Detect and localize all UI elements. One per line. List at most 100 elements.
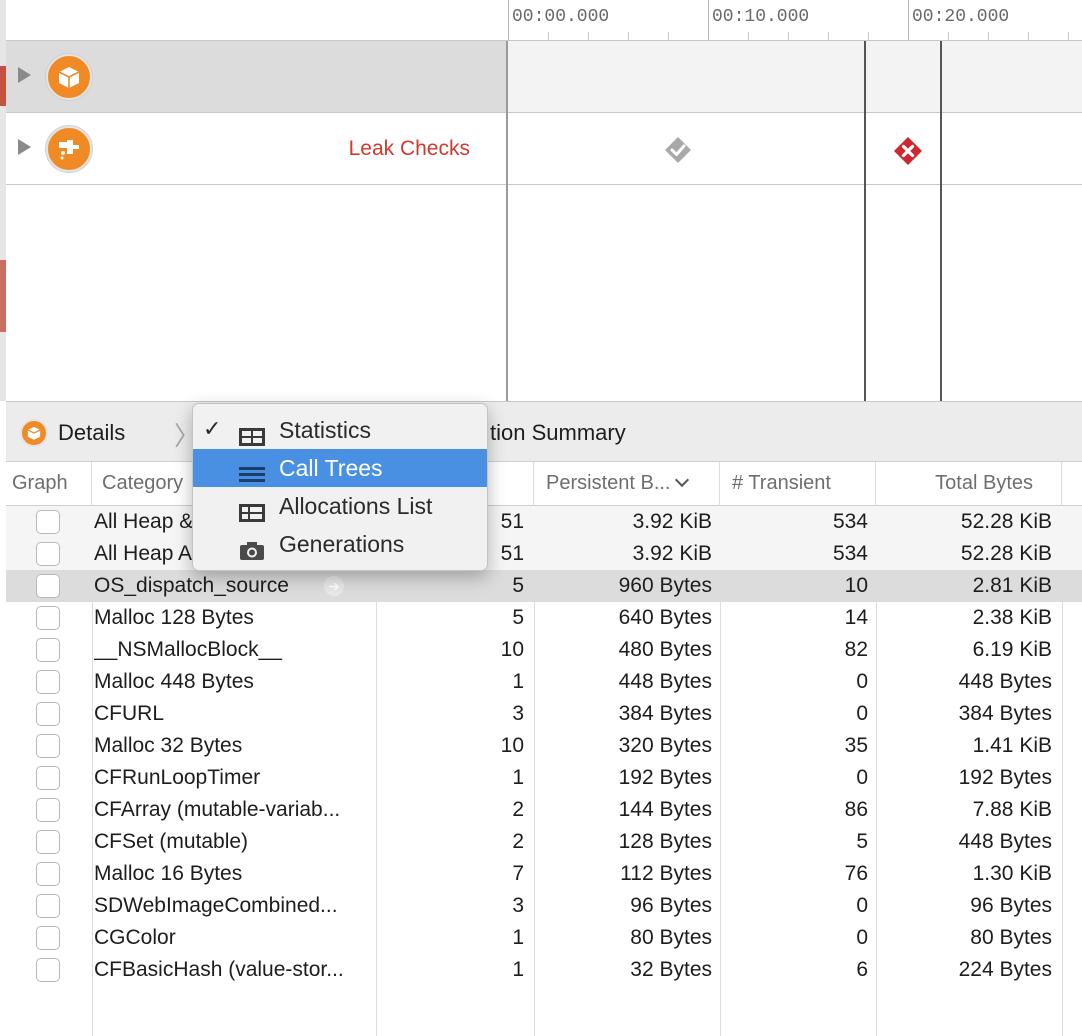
track-header[interactable]: Leak Checks	[6, 113, 506, 184]
cell-category: CFBasicHash (value-stor...	[94, 958, 344, 981]
cell-total-bytes: 224 Bytes	[958, 958, 1052, 981]
leak-check-ok-icon[interactable]	[664, 136, 692, 164]
track-lane[interactable]	[508, 41, 1082, 112]
leak-found-icon[interactable]	[893, 136, 923, 166]
cell-total-bytes: 448 Bytes	[958, 830, 1052, 853]
cell-total-bytes: 448 Bytes	[958, 670, 1052, 693]
cell-persistent-bytes: 960 Bytes	[618, 574, 712, 597]
cell-category: Malloc 128 Bytes	[94, 606, 254, 629]
track-header[interactable]	[6, 41, 506, 112]
cell-persistent: 2	[512, 830, 524, 853]
cell-persistent-bytes: 80 Bytes	[630, 926, 712, 949]
menu-item-statistics[interactable]: ✓ Statistics	[193, 411, 487, 449]
disclosure-triangle-icon[interactable]	[18, 139, 31, 155]
column-header-label: Persistent B...	[546, 472, 671, 494]
column-header-transient[interactable]: # Transient	[720, 462, 876, 506]
cell-persistent-bytes: 3.92 KiB	[632, 510, 712, 533]
statistics-table[interactable]: Graph Category nt Persistent B... # Tran…	[6, 462, 1082, 1036]
graph-checkbox[interactable]	[36, 958, 60, 982]
table-row[interactable]: OS_dispatch_source 5 960 Bytes 10 2.81 KiB ➔	[6, 570, 1082, 602]
graph-checkbox[interactable]	[36, 894, 60, 918]
timeline-area: 00:00.000 00:10.000 00:20.000 Leak Check…	[0, 0, 1082, 401]
graph-checkbox[interactable]	[36, 766, 60, 790]
column-header-graph[interactable]: Graph	[6, 462, 92, 506]
focus-arrow-icon[interactable]: ➔	[324, 576, 344, 596]
table-row[interactable]: All Heap & 51 3.92 KiB 534 52.28 KiB	[6, 506, 1082, 538]
graph-checkbox[interactable]	[36, 638, 60, 662]
table-row[interactable]: Malloc 448 Bytes 1 448 Bytes 0 448 Bytes	[6, 666, 1082, 698]
cell-category: SDWebImageCombined...	[94, 894, 338, 917]
cell-persistent-bytes: 144 Bytes	[618, 798, 712, 821]
cell-persistent-bytes: 32 Bytes	[630, 958, 712, 981]
graph-checkbox[interactable]	[36, 734, 60, 758]
menu-item-label: Allocations List	[279, 493, 433, 519]
cell-category: __NSMallocBlock__	[94, 638, 282, 661]
cell-category: CFSet (mutable)	[94, 830, 249, 853]
details-jump-bar: Details 〉 tion Summary	[6, 401, 1082, 462]
table-row[interactable]: CFURL 3 384 Bytes 0 384 Bytes	[6, 698, 1082, 730]
cell-total-bytes: 80 Bytes	[970, 926, 1052, 949]
menu-item-allocations-list[interactable]: Allocations List	[193, 487, 487, 525]
graph-checkbox[interactable]	[36, 798, 60, 822]
cell-total-bytes: 2.38 KiB	[972, 606, 1052, 629]
track-divider[interactable]	[506, 41, 508, 401]
table-row[interactable]: CGColor 1 80 Bytes 0 80 Bytes	[6, 922, 1082, 954]
allocations-list-icon	[238, 496, 266, 522]
cell-total-bytes: 96 Bytes	[970, 894, 1052, 917]
table-row[interactable]: Malloc 16 Bytes 7 112 Bytes 76 1.30 KiB	[6, 858, 1082, 890]
inspection-range-start[interactable]	[864, 41, 866, 401]
camera-icon	[238, 534, 266, 560]
cell-transient: 14	[844, 606, 868, 629]
cell-total-bytes: 1.30 KiB	[972, 862, 1052, 885]
graph-checkbox[interactable]	[36, 510, 60, 534]
track-allocations[interactable]	[6, 41, 1082, 113]
graph-checkbox[interactable]	[36, 542, 60, 566]
cell-persistent: 1	[512, 670, 524, 693]
table-row[interactable]: CFBasicHash (value-stor... 1 32 Bytes 6 224 …	[6, 954, 1082, 986]
graph-checkbox[interactable]	[36, 862, 60, 886]
table-row[interactable]: All Heap A 51 3.92 KiB 534 52.28 KiB	[6, 538, 1082, 570]
graph-checkbox[interactable]	[36, 702, 60, 726]
graph-checkbox[interactable]	[36, 830, 60, 854]
cell-persistent-bytes: 128 Bytes	[618, 830, 712, 853]
table-row[interactable]: Malloc 32 Bytes 10 320 Bytes 35 1.41 KiB	[6, 730, 1082, 762]
table-row[interactable]: SDWebImageCombined... 3 96 Bytes 0 96 Bytes	[6, 890, 1082, 922]
table-row[interactable]: CFSet (mutable) 2 128 Bytes 5 448 Bytes	[6, 826, 1082, 858]
table-row[interactable]: Malloc 128 Bytes 5 640 Bytes 14 2.38 KiB	[6, 602, 1082, 634]
menu-item-call-trees[interactable]: Call Trees	[193, 449, 487, 487]
column-header-total-bytes[interactable]: Total Bytes	[876, 462, 1062, 506]
graph-checkbox[interactable]	[36, 670, 60, 694]
graph-checkbox[interactable]	[36, 926, 60, 950]
graph-checkbox[interactable]	[36, 606, 60, 630]
track-title-leak-checks: Leak Checks	[348, 137, 470, 160]
allocations-icon	[46, 54, 92, 100]
detail-view-breadcrumb[interactable]: tion Summary	[490, 420, 626, 446]
cell-persistent: 1	[512, 958, 524, 981]
cell-persistent: 3	[512, 702, 524, 725]
cell-persistent: 7	[512, 862, 524, 885]
menu-item-generations[interactable]: Generations	[193, 525, 487, 563]
allocations-icon	[20, 419, 48, 447]
table-row[interactable]: __NSMallocBlock__ 10 480 Bytes 82 6.19 KiB	[6, 634, 1082, 666]
menu-item-label: Statistics	[279, 417, 372, 443]
table-row[interactable]: CFRunLoopTimer 1 192 Bytes 0 192 Bytes	[6, 762, 1082, 794]
inspection-range-end[interactable]	[940, 41, 942, 401]
cell-total-bytes: 384 Bytes	[958, 702, 1052, 725]
column-header-persistent-bytes[interactable]: Persistent B...	[534, 462, 720, 506]
table-header: Graph Category nt Persistent B... # Tran…	[6, 462, 1082, 506]
time-ruler[interactable]: 00:00.000 00:10.000 00:20.000	[6, 0, 1082, 41]
ruler-label-10: 00:10.000	[712, 7, 810, 27]
cell-category: CFURL	[94, 702, 165, 725]
track-lane[interactable]	[508, 113, 1082, 184]
menu-item-label: Call Trees	[279, 455, 383, 481]
disclosure-triangle-icon[interactable]	[18, 67, 31, 83]
graph-checkbox[interactable]	[36, 574, 60, 598]
cell-total-bytes: 2.81 KiB	[972, 574, 1052, 597]
statistics-grid-icon	[238, 420, 266, 446]
cell-transient: 0	[856, 926, 868, 949]
details-breadcrumb[interactable]: Details	[58, 420, 125, 446]
cell-persistent: 10	[500, 734, 524, 757]
cell-transient: 76	[844, 862, 868, 885]
cell-persistent-bytes: 480 Bytes	[618, 638, 712, 661]
table-row[interactable]: CFArray (mutable-variab... 2 144 Bytes 86 7.…	[6, 794, 1082, 826]
